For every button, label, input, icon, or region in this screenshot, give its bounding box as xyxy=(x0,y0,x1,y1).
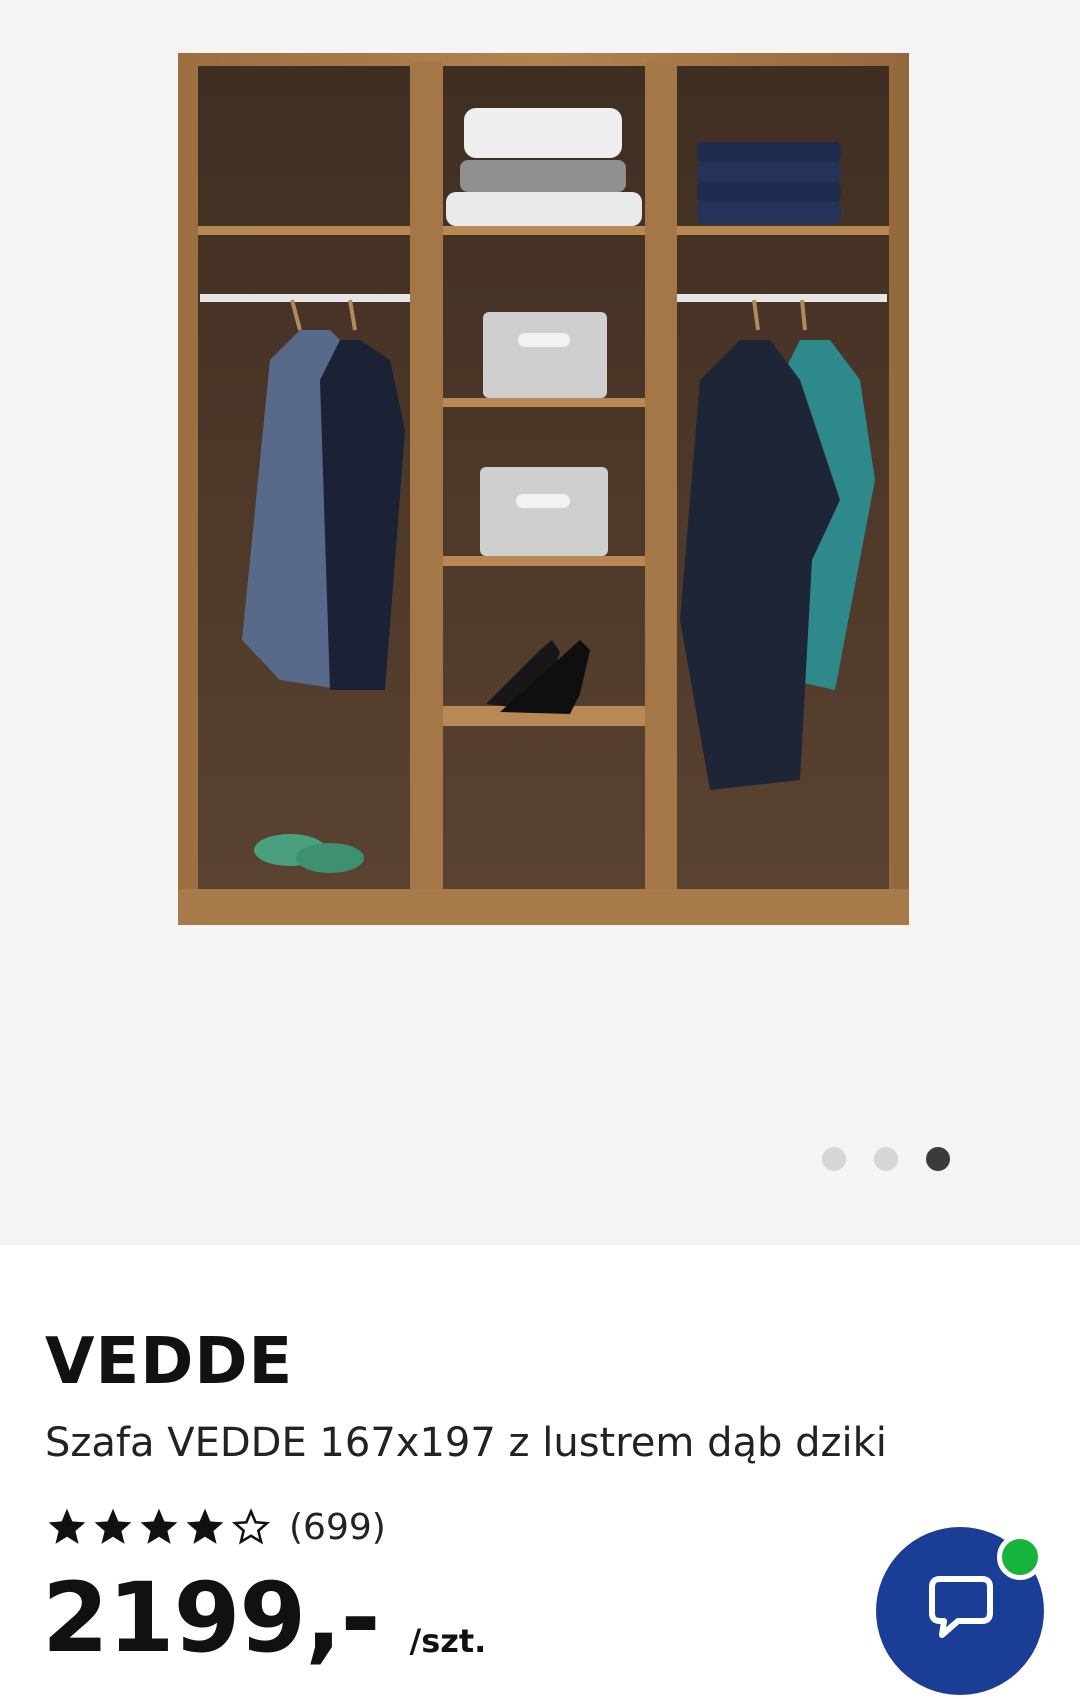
star-outline-icon xyxy=(231,1508,271,1545)
product-description: Szafa VEDDE 167x197 z lustrem dąb dziki xyxy=(45,1420,887,1466)
gallery-pagination xyxy=(822,1147,950,1171)
star-filled-icon xyxy=(140,1508,178,1544)
gallery-dot-3[interactable] xyxy=(926,1147,950,1171)
price-unit: /szt. xyxy=(409,1622,487,1660)
product-rating[interactable]: (699) xyxy=(45,1505,386,1549)
price-row: 2199,- /szt. xyxy=(42,1570,486,1666)
online-status-indicator xyxy=(997,1534,1043,1580)
star-filled-icon xyxy=(48,1508,86,1544)
gallery-dot-2[interactable] xyxy=(874,1147,898,1171)
review-count[interactable]: (699) xyxy=(289,1507,386,1548)
wardrobe-image[interactable] xyxy=(0,0,1080,1245)
product-image-gallery[interactable] xyxy=(0,0,1080,1245)
chat-bubble-icon xyxy=(929,1576,993,1638)
rating-stars xyxy=(45,1505,273,1549)
product-brand: VEDDE xyxy=(45,1325,294,1399)
product-price: 2199,- xyxy=(42,1562,380,1674)
star-filled-icon xyxy=(94,1508,132,1544)
star-filled-icon xyxy=(186,1508,224,1544)
gallery-dot-1[interactable] xyxy=(822,1147,846,1171)
